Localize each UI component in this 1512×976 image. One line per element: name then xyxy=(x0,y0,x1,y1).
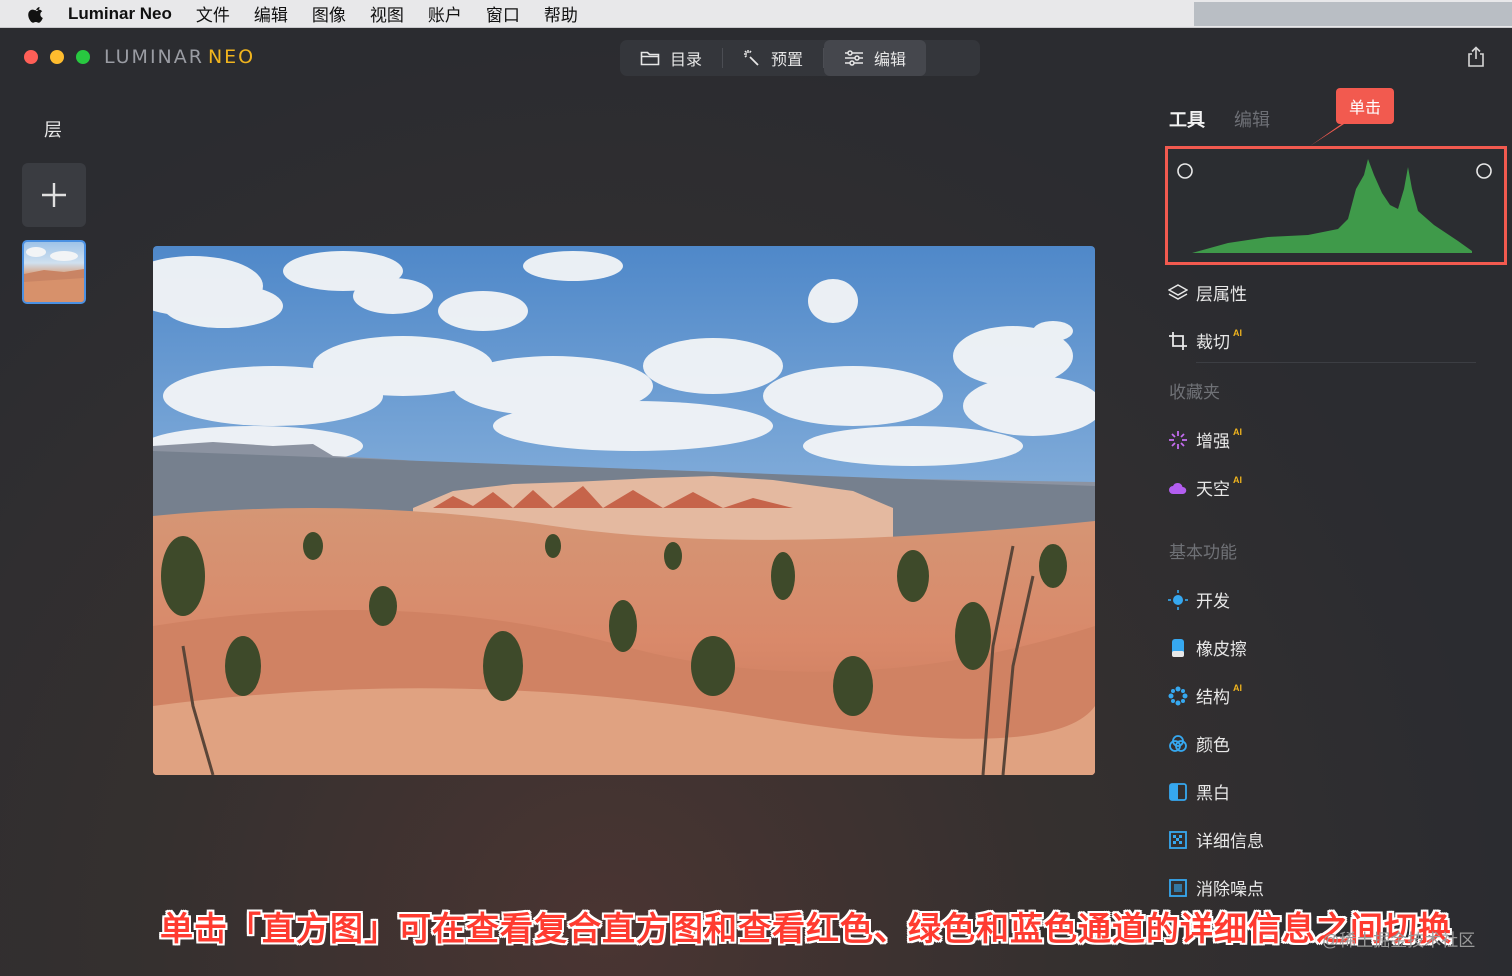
color-icon xyxy=(1168,734,1188,754)
tab-presets-label: 预置 xyxy=(771,52,804,69)
tool-enhance[interactable]: 增强 AI xyxy=(1168,427,1242,452)
menu-app-name[interactable]: Luminar Neo xyxy=(68,4,172,24)
section-divider xyxy=(1196,362,1476,363)
tool-eraser[interactable]: 橡皮擦 xyxy=(1168,635,1247,660)
bw-icon xyxy=(1168,782,1188,802)
share-icon[interactable] xyxy=(1466,46,1486,68)
ai-badge: AI xyxy=(1233,474,1242,485)
layer-thumbnail[interactable] xyxy=(22,240,86,304)
logo-main: LUMINAR xyxy=(104,46,204,68)
menu-window[interactable]: 窗口 xyxy=(486,1,520,26)
tool-details[interactable]: 详细信息 xyxy=(1168,827,1264,852)
tool-crop[interactable]: 裁切 AI xyxy=(1168,328,1242,353)
app-logo: LUMINAR NEO xyxy=(104,46,255,68)
tool-denoise[interactable]: 消除噪点 xyxy=(1168,875,1264,900)
sliders-icon xyxy=(845,50,864,66)
histogram-graph xyxy=(1177,159,1492,253)
close-window-button[interactable] xyxy=(24,50,38,64)
tool-label: 详细信息 xyxy=(1196,832,1264,851)
tool-color[interactable]: 颜色 xyxy=(1168,731,1230,756)
layers-title: 层 xyxy=(44,120,62,140)
layer-thumbnail-image xyxy=(24,247,84,302)
magic-wand-icon xyxy=(744,50,759,66)
tool-label: 裁切 xyxy=(1196,333,1230,352)
menu-help[interactable]: 帮助 xyxy=(544,1,578,26)
callout-label: 单击 xyxy=(1336,88,1394,124)
photo-canvas xyxy=(153,246,1095,775)
tool-label: 颜色 xyxy=(1196,736,1230,755)
tab-edit-history[interactable]: 编辑 xyxy=(1234,106,1270,132)
tool-label: 开发 xyxy=(1196,592,1230,611)
shadow-clipping-indicator[interactable] xyxy=(1177,163,1193,179)
tab-edit[interactable]: 编辑 xyxy=(824,40,927,76)
eraser-icon xyxy=(1168,638,1188,658)
section-basic: 基本功能 xyxy=(1169,543,1237,562)
tool-label: 天空 xyxy=(1196,480,1230,499)
details-icon xyxy=(1168,830,1188,850)
layers-icon xyxy=(1168,283,1188,303)
tab-tools[interactable]: 工具 xyxy=(1169,106,1205,132)
ai-badge: AI xyxy=(1233,426,1242,437)
tab-presets[interactable]: 预置 xyxy=(723,40,823,76)
menubar-status-area xyxy=(1194,2,1512,26)
highlight-clipping-indicator[interactable] xyxy=(1476,163,1492,179)
tool-label: 增强 xyxy=(1196,432,1230,451)
structure-icon xyxy=(1168,686,1188,706)
folder-icon xyxy=(640,51,660,66)
menu-edit[interactable]: 编辑 xyxy=(254,1,288,26)
sparkle-icon xyxy=(1168,430,1188,450)
ai-badge: AI xyxy=(1233,682,1242,693)
app-window: LUMINAR NEO 目录 预置 编辑 层 工具 编辑 单击 层属性 裁切 A… xyxy=(0,28,1512,976)
zoom-window-button[interactable] xyxy=(76,50,90,64)
main-photo[interactable] xyxy=(153,246,1095,775)
crop-icon xyxy=(1168,331,1188,351)
menu-bar: Luminar Neo 文件 编辑 图像 视图 账户 窗口 帮助 xyxy=(0,0,1512,28)
tool-layer-properties[interactable]: 层属性 xyxy=(1168,280,1247,305)
tool-black-white[interactable]: 黑白 xyxy=(1168,779,1230,804)
tool-label: 消除噪点 xyxy=(1196,880,1264,899)
minimize-window-button[interactable] xyxy=(50,50,64,64)
tool-structure[interactable]: 结构 AI xyxy=(1168,683,1242,708)
histogram[interactable] xyxy=(1165,146,1507,265)
tool-label: 层属性 xyxy=(1196,285,1247,304)
tool-label: 结构 xyxy=(1196,688,1230,707)
menu-image[interactable]: 图像 xyxy=(312,1,346,26)
logo-accent: NEO xyxy=(207,46,256,68)
menu-view[interactable]: 视图 xyxy=(370,1,404,26)
tool-develop[interactable]: 开发 xyxy=(1168,587,1230,612)
tutorial-caption: 单击「直方图」可在查看复合直方图和查看红色、绿色和蓝色通道的详细信息之间切换 xyxy=(160,910,1452,947)
tool-label: 黑白 xyxy=(1196,784,1230,803)
tab-catalog[interactable]: 目录 xyxy=(620,40,722,76)
tab-catalog-label: 目录 xyxy=(670,52,703,69)
tab-edit-label: 编辑 xyxy=(874,52,907,69)
tool-label: 橡皮擦 xyxy=(1196,640,1247,659)
tool-sky[interactable]: 天空 AI xyxy=(1168,475,1242,500)
mode-tabs: 目录 预置 编辑 xyxy=(620,40,980,76)
apple-icon[interactable] xyxy=(26,4,46,24)
menu-account[interactable]: 账户 xyxy=(428,1,462,26)
menu-file[interactable]: 文件 xyxy=(196,1,230,26)
add-layer-button[interactable] xyxy=(22,163,86,227)
sun-icon xyxy=(1168,589,1188,610)
ai-badge: AI xyxy=(1233,327,1242,338)
plus-icon xyxy=(42,183,66,207)
cloud-icon xyxy=(1168,478,1188,498)
section-favorites: 收藏夹 xyxy=(1169,383,1220,402)
watermark: @稀土掘金技术社区 xyxy=(1322,931,1476,950)
denoise-icon xyxy=(1168,878,1188,898)
